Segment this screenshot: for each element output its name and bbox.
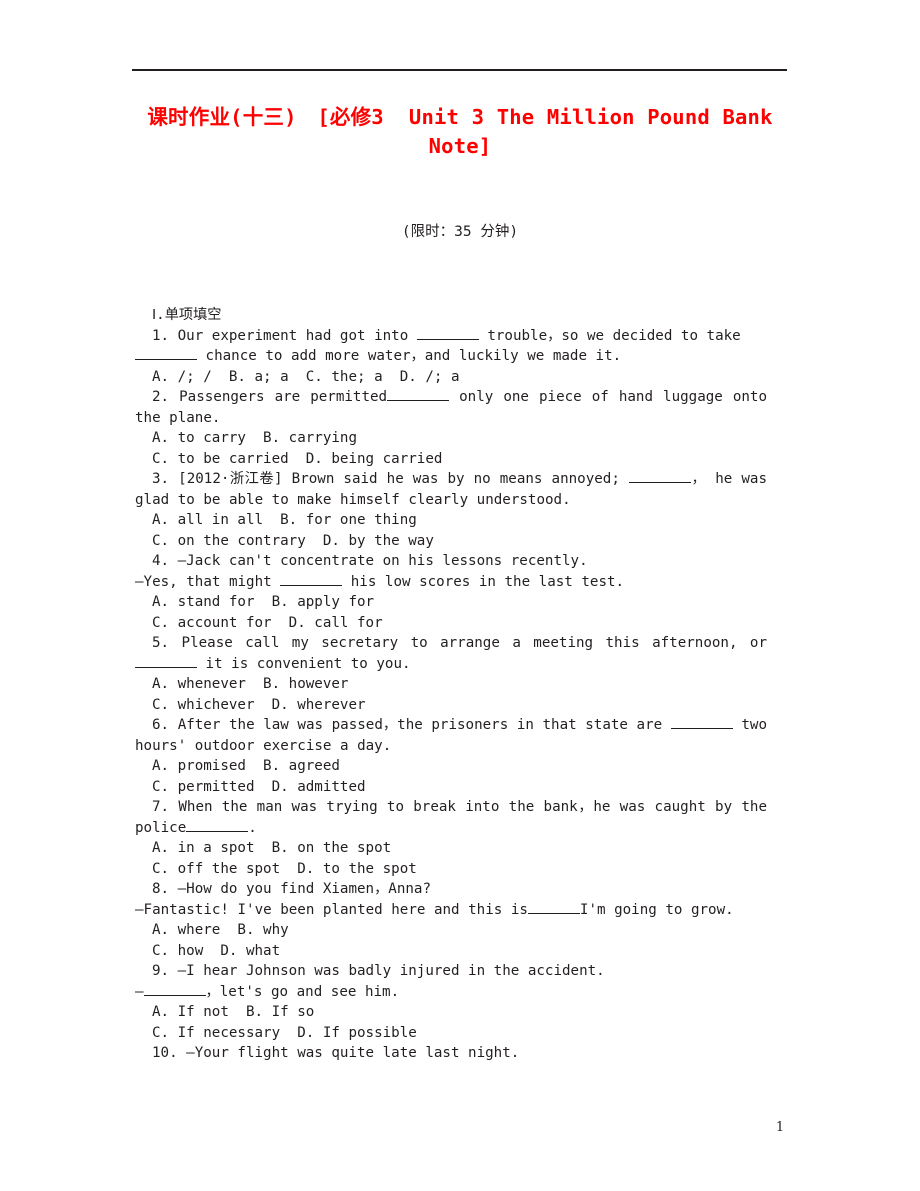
question-text: —Jack can't concentrate on his lessons r… xyxy=(177,553,588,569)
question-text: his low scores in the last test. xyxy=(342,573,625,590)
question-options: C. on the contrary D. by the way xyxy=(152,532,434,549)
question-stem: 1. Our experiment had got into trouble，s… xyxy=(135,326,767,347)
question-options: A. all in all B. for one thing xyxy=(152,512,417,528)
question-text: ，let's go and see him. xyxy=(205,983,400,1000)
question-text: Passengers are permitted xyxy=(179,389,388,405)
question-stem: 2. Passengers are permitted only one pie… xyxy=(135,387,767,428)
question-options: A. If not B. If so xyxy=(152,1004,315,1020)
question-number: 4. xyxy=(152,553,170,569)
question-stem: 5. Please call my secretary to arrange a… xyxy=(135,633,767,674)
question-dialogue-reply: — ，let's go and see him. xyxy=(135,982,767,1003)
question-options: A. promised B. agreed xyxy=(152,758,340,774)
question-number: 10. xyxy=(152,1045,178,1061)
question-stem: 4. —Jack can't concentrate on his lesson… xyxy=(135,551,767,572)
question-number: 5. xyxy=(152,635,170,651)
time-limit-note: (限时：35 分钟) xyxy=(401,224,519,240)
question-number: 9. xyxy=(152,963,170,979)
question-options: A. stand for B. apply for xyxy=(152,594,375,610)
answer-blank xyxy=(143,983,206,996)
page-title-line-2: Note] xyxy=(428,134,492,158)
question-stem: 9. —I hear Johnson was badly injured in … xyxy=(135,961,767,982)
question-text: —I hear Johnson was badly injured in the… xyxy=(177,963,605,979)
question-options: A. /; / B. a; a C. the; a D. /; a xyxy=(152,368,460,385)
question-text: it is convenient to you. xyxy=(197,655,411,672)
answer-blank xyxy=(527,901,580,914)
question-number: 3. xyxy=(152,471,170,487)
page-number: 1 xyxy=(775,1120,785,1135)
question-options: C. If necessary D. If possible xyxy=(152,1024,417,1041)
question-number: 7. xyxy=(152,799,170,815)
question-number: 8. xyxy=(152,881,170,897)
question-options: A. to carry B. carrying xyxy=(152,430,357,446)
question-text: — xyxy=(135,983,144,1000)
question-text: —Fantastic! I've been planted here and t… xyxy=(135,901,528,918)
question-stem: 6. After the law was passed，the prisoner… xyxy=(135,715,767,756)
question-text: . xyxy=(248,819,257,836)
question-dialogue-reply: —Fantastic! I've been planted here and t… xyxy=(135,900,767,921)
answer-blank xyxy=(186,819,249,832)
document-page: 课时作业(十三) [必修3 Unit 3 The Million Pound B… xyxy=(0,0,920,1191)
question-text: —Your flight was quite late last night. xyxy=(186,1045,520,1061)
question-stem: 10. —Your flight was quite late last nig… xyxy=(135,1043,767,1064)
question-options: C. account for D. call for xyxy=(152,614,383,631)
question-text: Please call my secretary to arrange a me… xyxy=(181,635,768,651)
question-options: C. permitted D. admitted xyxy=(152,778,366,795)
question-text: —Yes, that might xyxy=(135,573,281,590)
question-text: After the law was passed，the prisoners i… xyxy=(177,717,671,733)
question-stem: 3. [2012·浙江卷] Brown said he was by no me… xyxy=(135,469,767,510)
question-options: C. off the spot D. to the spot xyxy=(152,860,417,877)
question-stem-continued: chance to add more water，and luckily we … xyxy=(135,346,767,367)
question-stem: 7. When the man was trying to break into… xyxy=(135,797,767,838)
question-options: C. to be carried D. being carried xyxy=(152,450,443,467)
question-dialogue-reply: —Yes, that might his low scores in the l… xyxy=(135,572,767,593)
question-text: trouble，so we decided to take xyxy=(478,327,741,344)
answer-blank xyxy=(628,470,691,483)
question-options: C. whichever D. wherever xyxy=(152,696,366,713)
answer-blank xyxy=(387,388,450,401)
answer-blank xyxy=(670,716,733,729)
question-number: 6. xyxy=(152,717,170,733)
question-stem: 8. —How do you find Xiamen，Anna? xyxy=(135,879,767,900)
question-source-tag: [2012·浙江卷] xyxy=(178,471,292,487)
question-number: 2. xyxy=(152,389,170,405)
question-options: A. where B. why xyxy=(152,922,289,938)
section-heading: Ⅰ.单项填空 xyxy=(152,307,222,323)
question-text: I'm going to grow. xyxy=(579,901,734,918)
question-text: Brown said he was by no means annoyed; xyxy=(291,471,629,487)
answer-blank xyxy=(135,347,197,360)
answer-blank xyxy=(135,655,197,668)
question-text: Our experiment had got into xyxy=(177,327,417,344)
answer-blank xyxy=(416,327,479,340)
header-rule xyxy=(132,69,787,71)
answer-blank xyxy=(280,573,343,586)
question-text: chance to add more water，and luckily we … xyxy=(197,348,622,364)
page-title-line-1: 课时作业(十三) [必修3 Unit 3 The Million Pound B… xyxy=(147,105,773,129)
question-number: 1. xyxy=(152,327,170,344)
page-title: 课时作业(十三) [必修3 Unit 3 The Million Pound B… xyxy=(132,103,788,161)
question-options: A. whenever B. however xyxy=(152,676,349,692)
question-options: C. how D. what xyxy=(152,942,281,959)
question-text: —How do you find Xiamen，Anna? xyxy=(177,881,431,897)
exercise-body: Ⅰ.单项填空 1. Our experiment had got into tr… xyxy=(135,305,767,1064)
question-options: A. in a spot B. on the spot xyxy=(152,840,392,856)
